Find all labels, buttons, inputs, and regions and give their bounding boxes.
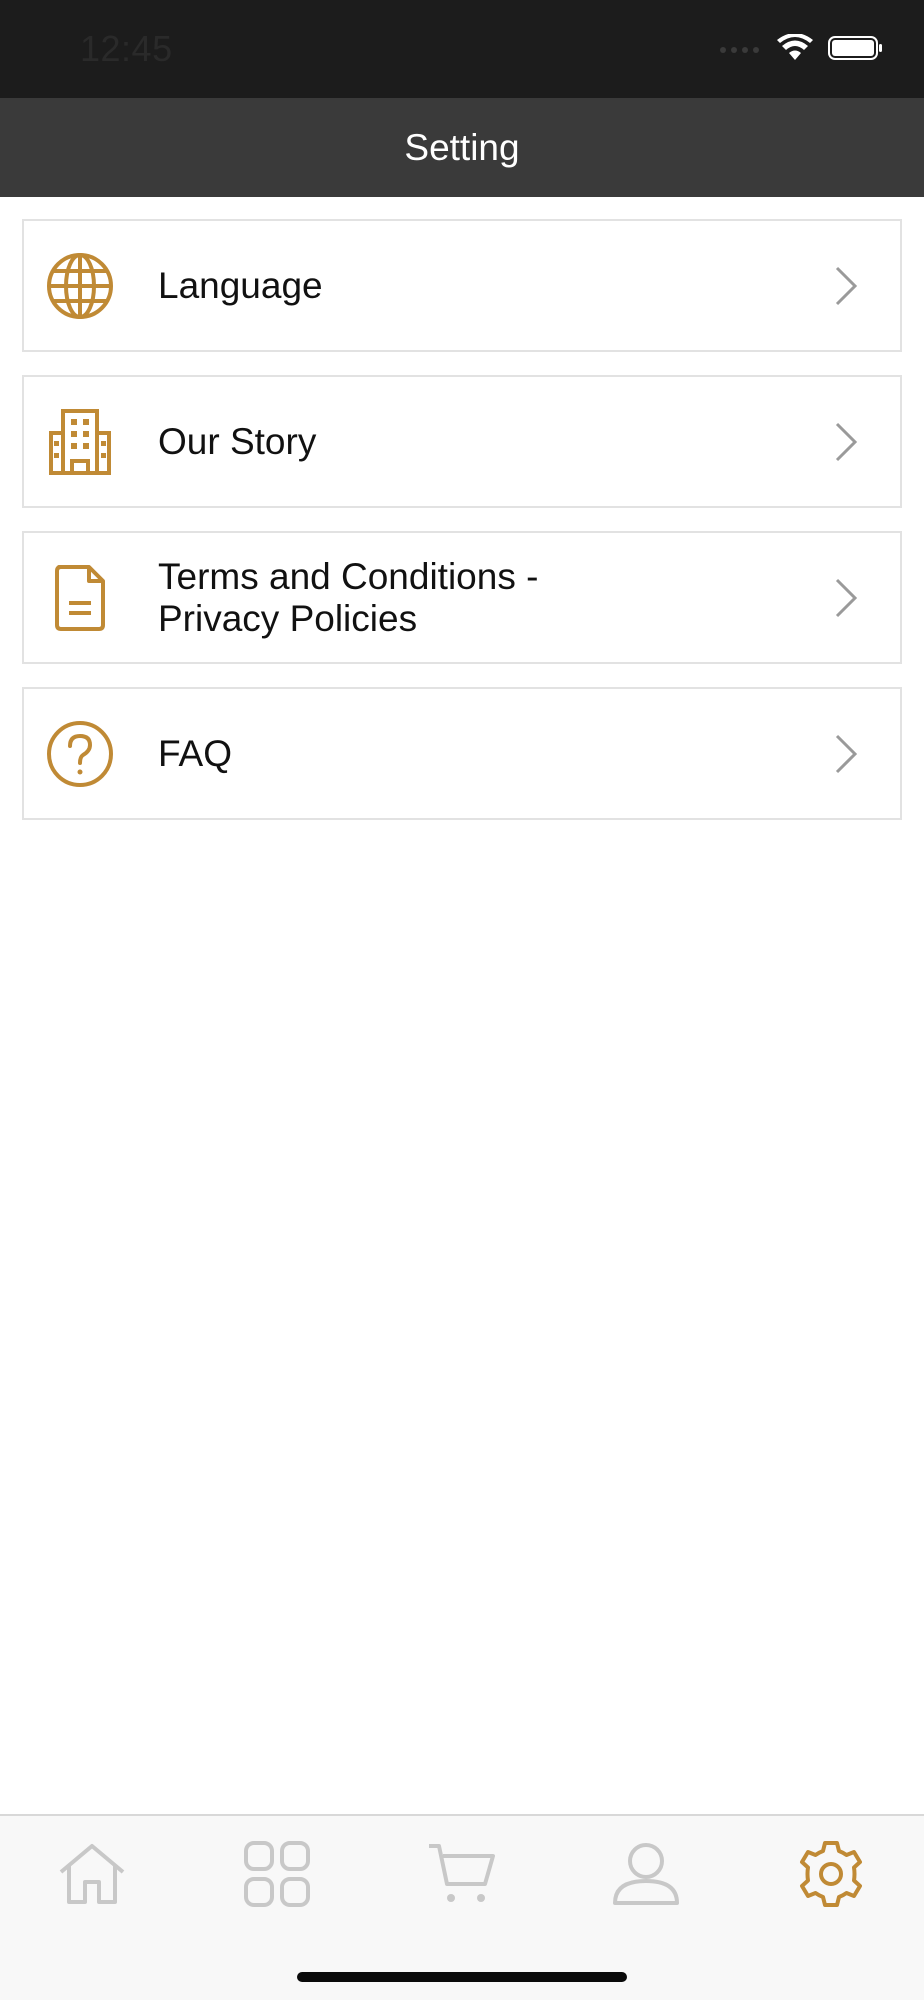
globe-icon (44, 250, 116, 322)
question-circle-icon (44, 718, 116, 790)
chevron-right-icon (834, 733, 858, 775)
chevron-right-icon (834, 265, 858, 307)
menu-item-our-story[interactable]: Our Story (22, 375, 902, 508)
tab-account[interactable] (606, 1836, 686, 1916)
home-indicator (297, 1972, 627, 1982)
chevron-right-icon (834, 577, 858, 619)
settings-menu: Language Our Story Terms and Conditions … (22, 219, 902, 843)
cart-icon (427, 1842, 497, 1911)
menu-item-terms-privacy[interactable]: Terms and Conditions - Privacy Policies (22, 531, 902, 664)
status-time: 12:45 (80, 28, 173, 69)
menu-item-faq[interactable]: FAQ (22, 687, 902, 820)
tab-cart[interactable] (422, 1836, 502, 1916)
gear-icon (797, 1840, 865, 1913)
grid-icon (243, 1840, 311, 1913)
tab-settings[interactable] (791, 1836, 871, 1916)
nav-bar: Setting (0, 98, 924, 197)
document-icon (44, 562, 116, 634)
tab-categories[interactable] (237, 1836, 317, 1916)
status-icons (718, 33, 884, 67)
wifi-icon (776, 33, 814, 67)
menu-item-label: Terms and Conditions - Privacy Policies (158, 555, 539, 639)
chevron-right-icon (834, 421, 858, 463)
tab-home[interactable] (52, 1836, 132, 1916)
battery-icon (828, 35, 884, 66)
building-icon (44, 406, 116, 478)
user-icon (612, 1841, 680, 1912)
menu-item-label: Language (158, 264, 323, 306)
menu-item-label: Our Story (158, 420, 317, 462)
menu-item-label: FAQ (158, 732, 233, 774)
page-title: Setting (404, 126, 520, 168)
menu-item-language[interactable]: Language (22, 219, 902, 352)
status-bar: 12:45 (0, 0, 924, 98)
cellular-signal-icon (718, 41, 762, 60)
home-icon (57, 1842, 127, 1911)
